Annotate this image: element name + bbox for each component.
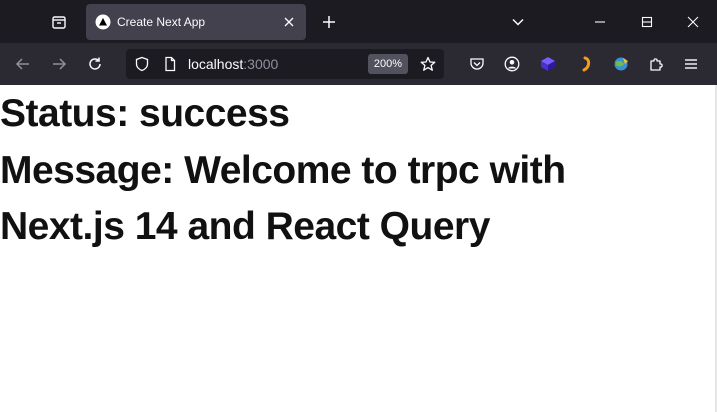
url-text[interactable]: localhost:3000 [188, 56, 278, 72]
account-icon [504, 56, 520, 72]
orange-hook-extension-icon [582, 56, 591, 72]
maximize-window-button[interactable] [624, 0, 670, 43]
arrow-right-icon [53, 58, 67, 70]
message-heading-line-1: Message: Welcome to trpc with [0, 149, 566, 192]
puzzle-icon [650, 58, 663, 71]
address-bar[interactable]: localhost:3000 200% [126, 49, 444, 79]
navigation-toolbar: localhost:3000 200% [0, 43, 717, 85]
tab-close-button[interactable] [280, 13, 298, 31]
nextjs-favicon-icon [95, 14, 111, 30]
new-tab-button[interactable] [316, 9, 342, 35]
account-button[interactable] [499, 51, 525, 77]
tab-title: Create Next App [117, 15, 206, 29]
maximize-icon [641, 16, 653, 27]
extensions-button[interactable] [643, 51, 669, 77]
globe-extension-icon [614, 57, 628, 71]
arrow-left-icon [15, 58, 29, 70]
list-all-tabs-button[interactable] [505, 9, 531, 35]
page-icon[interactable] [162, 56, 178, 72]
forward-button[interactable] [46, 51, 72, 77]
pocket-icon [470, 58, 484, 70]
message-heading-line-2: Next.js 14 and React Query [0, 205, 490, 248]
extension-orange-button[interactable] [573, 51, 599, 77]
purple-cube-extension-icon [541, 57, 555, 71]
close-icon [284, 17, 294, 27]
firefox-view-icon [52, 16, 66, 29]
app-menu-button[interactable] [678, 51, 704, 77]
pocket-button[interactable] [464, 51, 490, 77]
minimize-window-button[interactable] [577, 0, 623, 43]
reload-button[interactable] [82, 51, 108, 77]
back-button[interactable] [10, 51, 36, 77]
url-port: :3000 [243, 56, 279, 72]
close-window-button[interactable] [670, 0, 716, 43]
minimize-window-icon [595, 20, 605, 23]
plus-icon [323, 16, 335, 28]
chevron-down-icon [512, 18, 524, 26]
zoom-level-button[interactable]: 200% [368, 54, 408, 74]
reload-icon [89, 57, 101, 70]
bookmark-star-icon[interactable] [420, 56, 436, 72]
extension-purple-button[interactable] [535, 51, 561, 77]
shield-icon[interactable] [134, 56, 150, 72]
firefox-view-button[interactable] [46, 9, 72, 35]
tab-active[interactable]: Create Next App [86, 4, 306, 40]
close-window-icon [687, 16, 699, 27]
extension-globe-button[interactable] [608, 51, 634, 77]
status-heading: Status: success [0, 92, 290, 135]
page-content: Status: success Message: Welcome to trpc… [0, 85, 717, 412]
url-host: localhost [188, 56, 244, 72]
hamburger-menu-icon [685, 59, 697, 69]
